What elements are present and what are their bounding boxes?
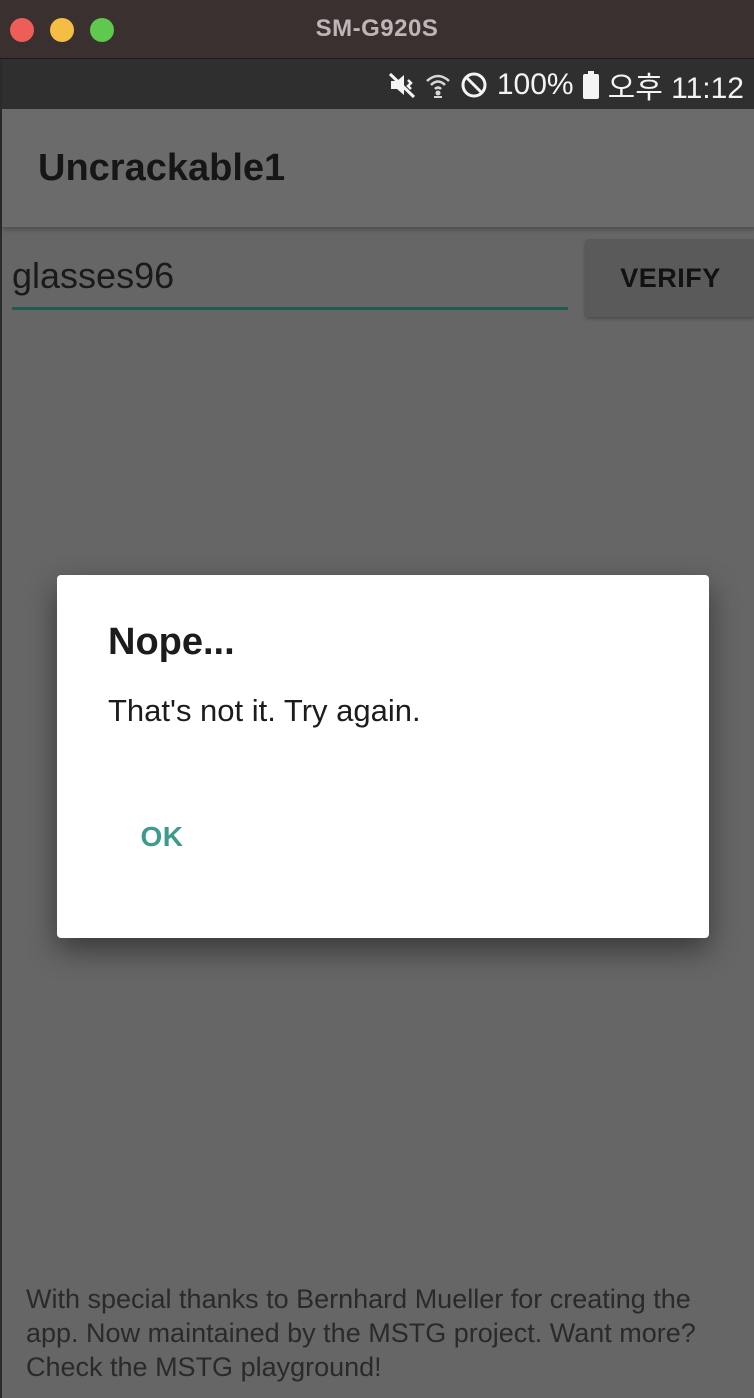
verify-button[interactable]: VERIFY xyxy=(585,239,754,317)
mute-vibrate-icon xyxy=(387,70,417,100)
secret-input-value: glasses96 xyxy=(12,255,175,296)
battery-icon xyxy=(582,70,600,100)
status-icons: 100% 오후 11:12 xyxy=(387,65,744,105)
android-status-bar: 100% 오후 11:12 xyxy=(2,59,754,109)
emulator-window: SM-G920S 100% 오후 11:12 Uncrackable1 glas… xyxy=(0,0,754,1398)
alert-dialog: Nope... That's not it. Try again. OK xyxy=(57,575,709,938)
wifi-icon xyxy=(425,70,451,100)
window-titlebar: SM-G920S xyxy=(0,0,754,59)
do-not-disturb-icon xyxy=(459,70,489,100)
app-title: Uncrackable1 xyxy=(38,147,286,189)
device-screen: 100% 오후 11:12 Uncrackable1 glasses96 VER… xyxy=(0,59,754,1398)
dialog-title: Nope... xyxy=(108,621,235,663)
app-toolbar: Uncrackable1 xyxy=(2,109,754,227)
dialog-ok-button[interactable]: OK xyxy=(119,805,205,869)
dialog-message: That's not it. Try again. xyxy=(108,693,421,728)
battery-percent: 100% xyxy=(496,68,574,101)
window-title: SM-G920S xyxy=(315,15,439,42)
credits-text: With special thanks to Bernhard Mueller … xyxy=(26,1284,696,1382)
secret-input-field[interactable]: glasses96 xyxy=(12,247,568,310)
status-time: 오후 11:12 xyxy=(607,72,744,105)
